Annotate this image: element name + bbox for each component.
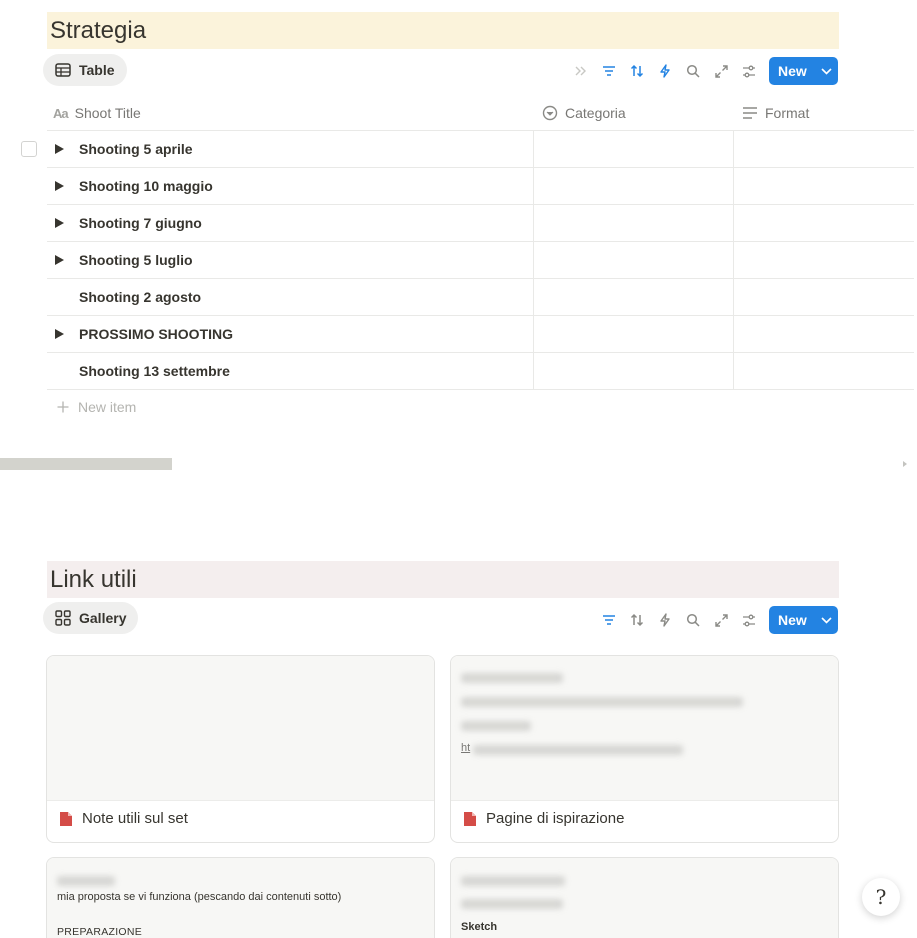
gallery-card[interactable]: Note utili sul set <box>46 655 435 843</box>
new-item-button[interactable]: New item <box>57 399 136 415</box>
lightning-icon[interactable] <box>651 57 679 85</box>
gallery-card[interactable]: mia proposta se vi funziona (pescando da… <box>46 857 435 938</box>
row-title: Shooting 13 settembre <box>79 363 230 379</box>
toggle-triangle-icon[interactable] <box>55 144 64 154</box>
row-title: Shooting 10 maggio <box>79 178 213 194</box>
table-icon <box>55 63 71 77</box>
strategia-title: Strategia <box>47 12 839 49</box>
chevron-down-icon[interactable] <box>815 67 838 75</box>
new-item-label: New item <box>78 399 137 415</box>
sort-icon[interactable] <box>623 606 651 634</box>
toggle-triangle-icon[interactable] <box>55 181 64 191</box>
gallery-view-label: Gallery <box>79 610 127 626</box>
table-row[interactable]: PROSSIMO SHOOTING <box>47 316 914 353</box>
toggle-triangle-icon[interactable] <box>55 329 64 339</box>
table-row[interactable]: Shooting 10 maggio <box>47 168 914 205</box>
horizontal-scrollbar[interactable] <box>0 458 172 470</box>
sort-icon[interactable] <box>623 57 651 85</box>
blurred-text <box>461 721 531 731</box>
row-title: Shooting 5 aprile <box>79 141 193 157</box>
table-row[interactable]: Shooting 2 agosto <box>47 279 914 316</box>
column-divider <box>733 131 734 390</box>
row-title: Shooting 5 luglio <box>79 252 193 268</box>
blurred-text <box>473 745 683 755</box>
lightning-icon[interactable] <box>651 606 679 634</box>
expand-icon[interactable] <box>707 606 735 634</box>
preview-heading: Sketch <box>461 921 498 933</box>
new-button[interactable]: New <box>769 57 838 85</box>
help-icon: ? <box>875 885 887 909</box>
gallery-card[interactable]: ht Pagine di ispirazione <box>450 655 839 843</box>
row-checkbox[interactable] <box>21 141 37 157</box>
table-view-label: Table <box>79 62 115 78</box>
table-header: Aa Shoot Title Categoria Format <box>47 96 914 131</box>
gallery-grid-icon <box>55 610 71 626</box>
search-icon[interactable] <box>679 606 707 634</box>
new-button[interactable]: New <box>769 606 838 634</box>
row-title: Shooting 2 agosto <box>79 289 202 305</box>
link-utili-title: Link utili <box>47 561 839 598</box>
row-title: PROSSIMO SHOOTING <box>79 326 234 342</box>
new-button-label: New <box>778 63 807 79</box>
column-divider <box>533 131 534 390</box>
column-label: Categoria <box>565 105 626 121</box>
preview-heading: PREPARAZIONE <box>57 926 143 938</box>
link-text[interactable]: ht <box>461 742 470 754</box>
blurred-text <box>57 876 115 886</box>
collapse-icon[interactable] <box>567 57 595 85</box>
column-header-shoot-title[interactable]: Aa Shoot Title <box>53 96 141 130</box>
new-button-label: New <box>778 612 807 628</box>
table-row[interactable]: Shooting 13 settembre <box>47 353 914 390</box>
chevron-down-icon[interactable] <box>815 616 838 624</box>
table-row[interactable]: Shooting 7 giugno <box>47 205 914 242</box>
blurred-text <box>461 876 565 886</box>
filter-icon[interactable] <box>595 606 623 634</box>
strategia-toolbar: New <box>567 57 838 85</box>
text-lines-icon <box>743 107 757 119</box>
card-preview: mia proposta se vi funziona (pescando da… <box>47 858 434 938</box>
help-button[interactable]: ? <box>862 878 900 916</box>
row-title: Shooting 7 giugno <box>79 215 202 231</box>
page-icon <box>60 811 72 826</box>
select-icon <box>542 105 558 121</box>
card-caption: Pagine di ispirazione <box>463 810 624 827</box>
plus-icon <box>57 401 69 413</box>
table-row[interactable]: Shooting 5 aprile <box>47 131 914 168</box>
table-view-tab[interactable]: Table <box>43 54 127 86</box>
column-header-categoria[interactable]: Categoria <box>542 96 626 130</box>
page-icon <box>464 811 476 826</box>
preview-text: mia proposta se vi funziona (pescando da… <box>57 891 342 903</box>
filter-icon[interactable] <box>595 57 623 85</box>
column-header-format[interactable]: Format <box>742 96 809 130</box>
column-label: Shoot Title <box>74 105 141 121</box>
card-preview: Sketch <box>451 858 838 938</box>
card-preview: ht <box>451 656 838 801</box>
card-preview <box>47 656 434 801</box>
gallery-view-tab[interactable]: Gallery <box>43 602 139 634</box>
toggle-triangle-icon[interactable] <box>55 255 64 265</box>
link-utili-toolbar: New <box>595 606 838 634</box>
column-label: Format <box>765 105 810 121</box>
table-row[interactable]: Shooting 5 luglio <box>47 242 914 279</box>
blurred-text <box>461 697 743 707</box>
settings-sliders-icon[interactable] <box>735 606 763 634</box>
card-title: Pagine di ispirazione <box>486 810 625 827</box>
card-caption: Note utili sul set <box>59 810 188 827</box>
text-type-icon: Aa <box>53 105 69 121</box>
search-icon[interactable] <box>679 57 707 85</box>
settings-sliders-icon[interactable] <box>735 57 763 85</box>
toggle-triangle-icon[interactable] <box>55 218 64 228</box>
card-title: Note utili sul set <box>82 810 188 827</box>
blurred-text <box>461 673 563 683</box>
gallery-card[interactable]: Sketch <box>450 857 839 938</box>
blurred-text <box>461 899 563 909</box>
scroll-right-arrow-icon[interactable] <box>903 461 907 467</box>
expand-icon[interactable] <box>707 57 735 85</box>
